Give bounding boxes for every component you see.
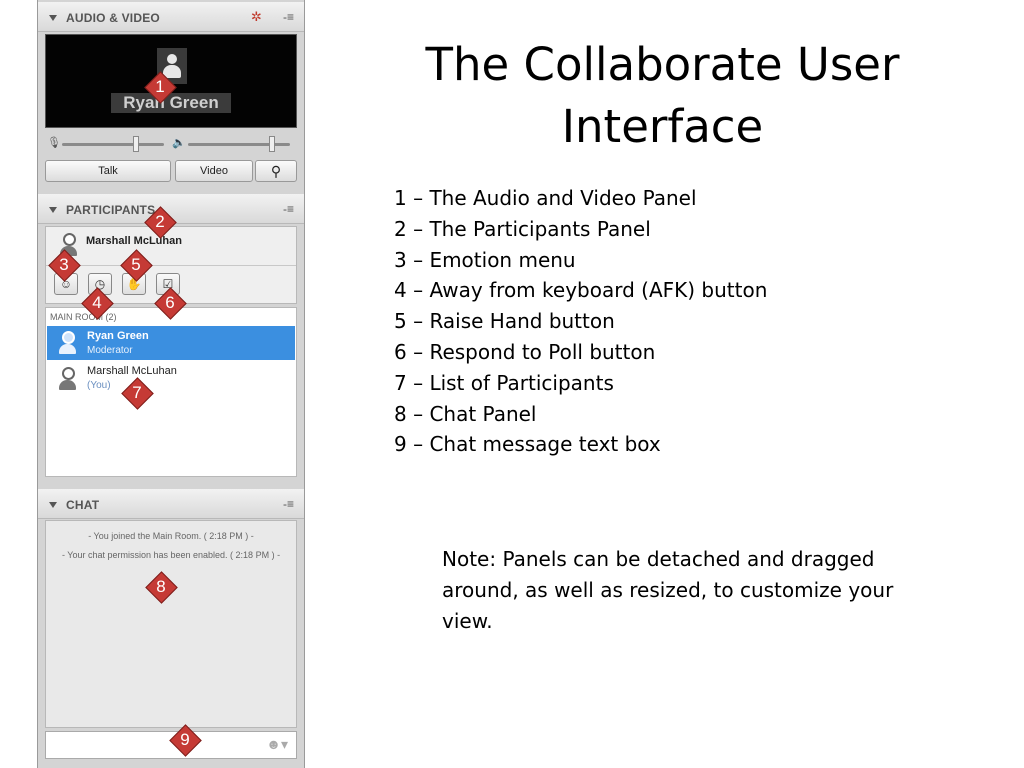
participants-menu[interactable]: -≡ <box>283 202 294 216</box>
audio-video-panel-header[interactable]: AUDIO & VIDEO ✲ -≡ <box>38 2 304 32</box>
legend-item: 1 – The Audio and Video Panel <box>394 186 697 210</box>
chat-message-log: - You joined the Main Room. ( 2:18 PM ) … <box>45 520 297 728</box>
collapse-triangle-icon[interactable] <box>49 502 57 508</box>
slide-title: The Collaborate User Interface <box>425 38 900 153</box>
mic-volume-slider[interactable] <box>62 143 164 146</box>
collapse-triangle-icon[interactable] <box>49 207 57 213</box>
callout-9: 9 <box>169 724 202 757</box>
search-people-icon[interactable]: ⚲ <box>255 160 297 182</box>
chat-menu[interactable]: -≡ <box>283 497 294 511</box>
legend-item: 7 – List of Participants <box>394 370 614 395</box>
participant-name: Marshall McLuhan <box>87 365 177 377</box>
legend-item: 5 – Raise Hand button <box>394 309 615 334</box>
callout-1: 1 <box>144 71 177 104</box>
speaker-slider-knob[interactable] <box>269 136 275 152</box>
chat-title: CHAT <box>66 498 100 512</box>
legend-item: 9 – Chat message text box <box>394 432 661 457</box>
callout-legend: 1 – The Audio and Video Panel 2 – The Pa… <box>394 183 954 460</box>
legend-item: 8 – Chat Panel <box>394 401 537 426</box>
collaborate-ui: AUDIO & VIDEO ✲ -≡ Ryan Green 🎙 🔈 Talk V… <box>37 0 305 768</box>
legend-item: 4 – Away from keyboard (AFK) button <box>394 278 768 303</box>
callout-2: 2 <box>144 206 177 239</box>
callout-6: 6 <box>154 287 187 320</box>
callout-3: 3 <box>48 249 81 282</box>
callout-7: 7 <box>121 377 154 410</box>
callout-4: 4 <box>81 287 114 320</box>
audio-video-menu[interactable]: -≡ <box>283 10 294 24</box>
emoticon-icon[interactable]: ☻▾ <box>266 736 288 753</box>
participants-title: PARTICIPANTS <box>66 203 156 217</box>
audio-video-title: AUDIO & VIDEO <box>66 11 160 25</box>
callout-5: 5 <box>120 249 153 282</box>
speaker-icon: 🔈 <box>172 137 186 149</box>
person-icon <box>57 331 77 355</box>
mic-slider-knob[interactable] <box>133 136 139 152</box>
collapse-triangle-icon[interactable] <box>49 15 57 21</box>
participant-list: MAIN ROOM (2) Ryan Green Moderator Marsh… <box>45 307 297 477</box>
note-text: Note: Panels can be detached and dragged… <box>442 547 894 633</box>
person-icon <box>57 367 77 391</box>
participant-row[interactable]: Marshall McLuhan (You) <box>47 362 295 396</box>
microphone-icon: 🎙 <box>47 137 61 149</box>
callout-8: 8 <box>145 571 178 604</box>
legend-item: 6 – Respond to Poll button <box>394 339 656 364</box>
participant-role: (You) <box>87 380 111 391</box>
chat-system-message: - You joined the Main Room. ( 2:18 PM ) … <box>88 531 254 541</box>
chat-system-message: - Your chat permission has been enabled.… <box>61 550 281 560</box>
network-icon[interactable]: ✲ <box>251 9 262 25</box>
talk-button[interactable]: Talk <box>45 160 171 182</box>
video-button[interactable]: Video <box>175 160 253 182</box>
divider <box>46 265 296 266</box>
participant-role: Moderator <box>87 345 133 356</box>
legend-item: 2 – The Participants Panel <box>394 216 651 241</box>
participant-name: Ryan Green <box>87 330 149 342</box>
chat-panel-header[interactable]: CHAT -≡ <box>38 489 304 519</box>
participant-row[interactable]: Ryan Green Moderator <box>47 326 295 360</box>
legend-item: 3 – Emotion menu <box>394 247 576 272</box>
